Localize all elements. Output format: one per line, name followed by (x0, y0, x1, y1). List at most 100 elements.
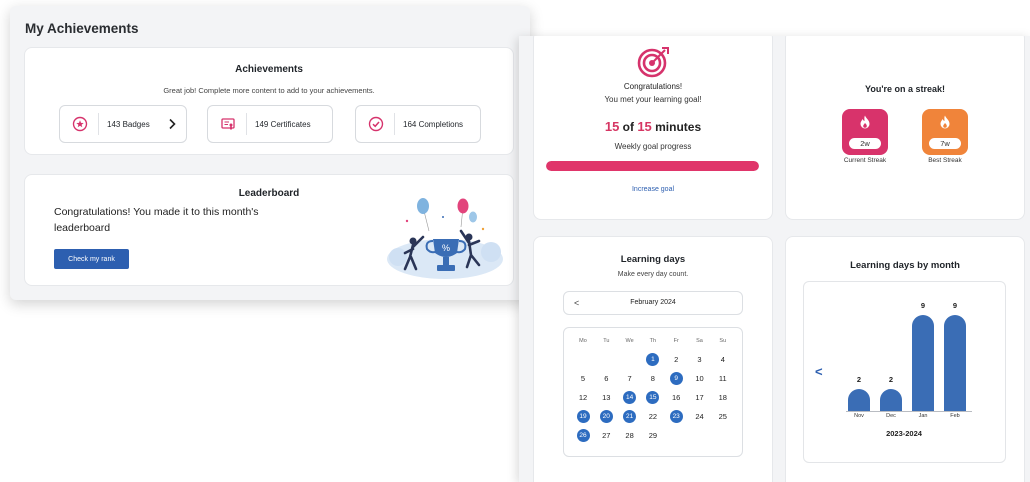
calendar-day[interactable]: 19 (576, 410, 590, 423)
chart-bar[interactable] (848, 389, 870, 411)
chart-baseline (846, 411, 972, 412)
learning-stats-window: Congratulations! You met your learning g… (519, 36, 1030, 482)
chevron-left-icon[interactable]: < (815, 364, 823, 379)
learning-days-subtitle: Make every day count. (617, 271, 689, 278)
chart-bar[interactable] (912, 315, 934, 411)
calendar-day[interactable]: 21 (623, 410, 637, 423)
increase-goal-link[interactable]: Increase goal (534, 186, 772, 193)
calendar-day[interactable]: 4 (716, 353, 729, 366)
badges-button[interactable]: 143 Badges (59, 105, 187, 143)
calendar-day[interactable]: 20 (599, 410, 613, 423)
weekday-label: Th (649, 338, 657, 344)
calendar-day[interactable]: 25 (716, 410, 729, 423)
trophy-celebration-illustration: % (383, 197, 503, 284)
calendar-day[interactable]: 3 (693, 353, 706, 366)
month-selector: < February 2024 (563, 291, 743, 315)
achievements-card: Achievements Great job! Complete more co… (24, 47, 514, 155)
best-streak-label: Best Streak (928, 157, 962, 164)
chart-bar[interactable] (944, 315, 966, 411)
divider (98, 113, 99, 135)
calendar-day[interactable]: 15 (646, 391, 660, 404)
chart-period-label: 2023-2024 (886, 429, 922, 438)
learning-days-title: Learning days (620, 254, 686, 265)
chart-category-label: Feb (950, 413, 960, 419)
weekday-label: Su (719, 338, 727, 344)
goal-congrats: Congratulations! (623, 82, 683, 91)
calendar-day[interactable]: 26 (576, 429, 590, 442)
chart-value-label: 9 (920, 301, 926, 310)
best-streak-value: 7w (929, 138, 961, 149)
calendar-day[interactable]: 27 (600, 429, 613, 442)
calendar-day[interactable]: 16 (670, 391, 683, 404)
calendar-day[interactable]: 8 (646, 372, 659, 385)
certificate-icon (218, 114, 238, 134)
calendar-day[interactable]: 7 (623, 372, 636, 385)
badges-count: 143 Badges (107, 119, 150, 129)
learning-days-card: Learning days Make every day count. < Fe… (533, 236, 773, 482)
calendar-day[interactable]: 14 (623, 391, 637, 404)
current-streak-value: 2w (849, 138, 881, 149)
calendar-day[interactable]: 24 (693, 410, 706, 423)
weekday-label: We (625, 338, 634, 344)
chart-value-label: 9 (952, 301, 958, 310)
calendar-day[interactable]: 2 (670, 353, 683, 366)
goal-total: 15 (637, 119, 652, 134)
learning-days-by-month-card: Learning days by month < 2023-2024 2 Nov 2… (785, 236, 1025, 482)
weekday-label: Fr (673, 338, 679, 344)
divider (246, 113, 247, 135)
calendar-day[interactable]: 29 (646, 429, 659, 442)
goal-done: 15 (604, 119, 620, 134)
achievements-title: Achievements (235, 64, 303, 75)
best-streak-badge: 7w (922, 109, 968, 155)
weekday-label: Tu (603, 338, 610, 344)
learning-goal-card: Congratulations! You met your learning g… (533, 36, 773, 220)
by-month-chart: < 2023-2024 2 Nov 2 Dec 9 Jan 9 Feb (803, 281, 1006, 463)
calendar-day[interactable]: 28 (623, 429, 636, 442)
calendar-day[interactable]: 22 (646, 410, 659, 423)
calendar-day[interactable]: 6 (600, 372, 613, 385)
weekday-label: Sa (696, 338, 703, 344)
chevron-right-icon[interactable] (168, 117, 176, 135)
chart-category-label: Dec (886, 413, 896, 419)
calendar-day[interactable]: 13 (600, 391, 613, 404)
target-icon (637, 45, 671, 84)
current-streak-label: Current Streak (843, 157, 887, 164)
calendar-day[interactable]: 10 (693, 372, 706, 385)
leaderboard-card: Leaderboard Congratulations! You made it… (24, 174, 514, 286)
certificates-button[interactable]: 149 Certificates (207, 105, 333, 143)
calendar-day[interactable]: 12 (577, 391, 590, 404)
chart-value-label: 2 (856, 375, 862, 384)
chart-category-label: Jan (918, 413, 928, 419)
calendar-day[interactable]: 17 (693, 391, 706, 404)
flame-icon (939, 115, 951, 134)
calendar-day[interactable]: 11 (716, 372, 729, 385)
goal-progress-fill (546, 161, 759, 171)
goal-progress-label: Weekly goal progress (614, 142, 692, 151)
completions-button[interactable]: 164 Completions (355, 105, 481, 143)
chart-bar[interactable] (880, 389, 902, 411)
streak-title: You're on a streak! (865, 84, 945, 94)
chart-value-label: 2 (888, 375, 894, 384)
goal-of: of (622, 120, 634, 134)
calendar-day[interactable]: 23 (669, 410, 683, 423)
check-circle-icon (366, 114, 386, 134)
weekday-label: Mo (579, 338, 587, 344)
month-label: February 2024 (630, 299, 676, 306)
calendar-day[interactable]: 1 (646, 353, 660, 366)
completions-count: 164 Completions (403, 119, 464, 129)
goal-unit: minutes (655, 120, 702, 134)
current-streak-badge: 2w (842, 109, 888, 155)
goal-met-text: You met your learning goal! (604, 95, 702, 104)
check-rank-button[interactable]: Check my rank (54, 249, 129, 269)
calendar-day[interactable]: 9 (669, 372, 683, 385)
calendar-day[interactable]: 18 (716, 391, 729, 404)
by-month-title: Learning days by month (850, 260, 960, 271)
achievements-window: My Achievements Achievements Great job! … (10, 6, 530, 300)
chart-category-label: Nov (854, 413, 864, 419)
achievements-subtitle: Great job! Complete more content to add … (163, 86, 375, 95)
streak-card: You're on a streak! 2w Current Streak 7w… (785, 36, 1025, 220)
goal-progress-bar (546, 161, 759, 171)
leaderboard-message: Congratulations! You made it to this mon… (54, 206, 259, 234)
badge-star-icon (70, 114, 90, 134)
calendar-day[interactable]: 5 (577, 372, 590, 385)
